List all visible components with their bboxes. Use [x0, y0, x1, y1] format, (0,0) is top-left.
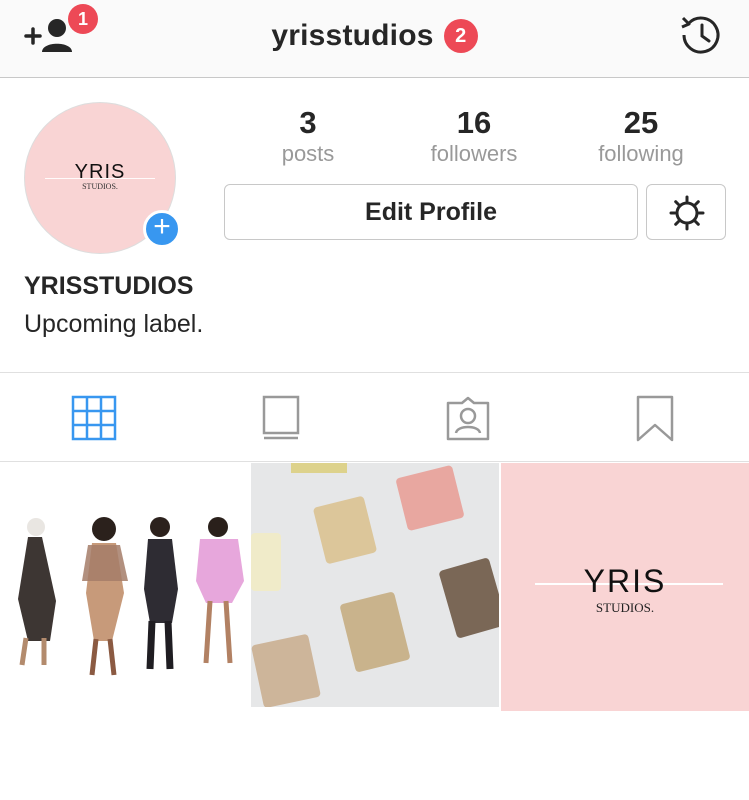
- account-badge: 2: [443, 19, 478, 53]
- edit-profile-button[interactable]: Edit Profile: [224, 184, 638, 240]
- stat-posts[interactable]: 3 posts: [243, 104, 373, 166]
- grid-icon: [71, 395, 116, 441]
- gear-icon: [669, 195, 705, 231]
- stat-following[interactable]: 25 following: [576, 104, 706, 166]
- avatar-logo: YRIS STUDIOS.: [25, 161, 175, 191]
- stat-followers[interactable]: 16 followers: [409, 104, 539, 166]
- stat-label: posts: [281, 141, 335, 166]
- top-bar: 1 yrisstudios 2: [0, 0, 749, 78]
- post-thumbnail[interactable]: [0, 463, 249, 707]
- username-title[interactable]: yrisstudios: [271, 19, 433, 53]
- fashion-illustration-image: [18, 517, 244, 676]
- stat-value: 25: [623, 105, 659, 140]
- tagged-icon: [446, 396, 489, 441]
- stat-label: followers: [430, 141, 518, 166]
- profile-tabs: [0, 372, 749, 462]
- add-story-button[interactable]: +: [143, 210, 181, 248]
- history-icon: [681, 16, 720, 54]
- bookmark-icon: [636, 395, 673, 442]
- profile-bio: Upcoming label.: [24, 310, 204, 338]
- post-thumbnail[interactable]: YRIS STUDIOS.: [501, 463, 749, 711]
- tab-list[interactable]: [187, 373, 374, 463]
- plus-icon: +: [153, 210, 171, 243]
- logo-sub-text: STUDIOS.: [595, 600, 655, 615]
- tab-saved[interactable]: [561, 373, 748, 463]
- stat-label: following: [598, 141, 684, 166]
- settings-button[interactable]: [646, 184, 726, 240]
- logo-main-text: YRIS: [583, 563, 667, 599]
- post-thumbnail[interactable]: [251, 463, 499, 707]
- stat-value: 3: [299, 105, 317, 140]
- post-logo: YRIS STUDIOS.: [501, 563, 749, 616]
- title-area: yrisstudios 2: [0, 0, 749, 72]
- tab-tagged[interactable]: [374, 373, 561, 463]
- logo-main-text: YRIS: [74, 161, 126, 183]
- stat-value: 16: [456, 105, 492, 140]
- history-button[interactable]: [676, 12, 724, 58]
- fabric-swatches-image: [251, 463, 499, 707]
- list-icon: [262, 395, 299, 440]
- profile-name: YRISSTUDIOS: [24, 272, 194, 300]
- tab-grid[interactable]: [0, 373, 187, 463]
